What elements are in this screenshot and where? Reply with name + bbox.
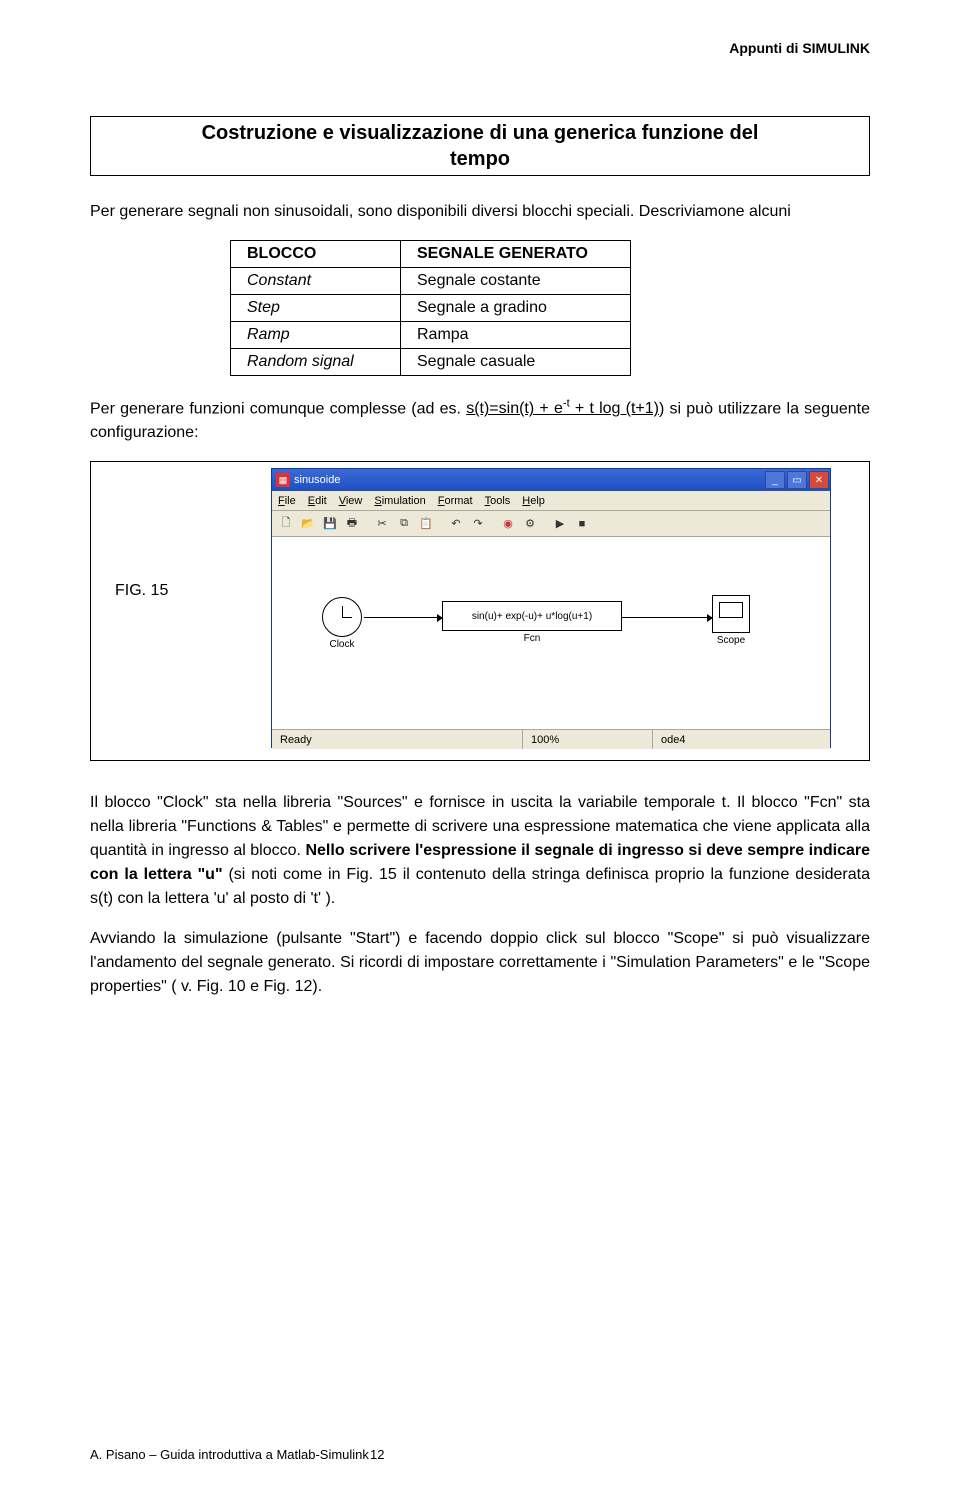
- clock-icon: [322, 597, 362, 637]
- clock-block[interactable]: Clock: [322, 597, 362, 650]
- app-icon: ▦: [276, 473, 290, 487]
- figure-box: FIG. 15 ▦ sinusoide _ ▭ ✕ File Edit View…: [90, 461, 870, 761]
- block-label: Clock: [322, 639, 362, 650]
- window-title: sinusoide: [294, 474, 340, 486]
- status-ready: Ready: [272, 730, 522, 749]
- page-header: Appunti di SIMULINK: [90, 40, 870, 56]
- table-row: Random signal Segnale casuale: [231, 349, 631, 376]
- text: Per generare funzioni comunque complesse…: [90, 400, 466, 417]
- formula-sup: -t: [563, 398, 570, 410]
- table-cell: Ramp: [231, 322, 401, 349]
- paragraph-simulation: Avviando la simulazione (pulsante "Start…: [90, 927, 870, 999]
- table-cell: Rampa: [401, 322, 631, 349]
- menu-view[interactable]: View: [339, 495, 363, 507]
- paste-icon[interactable]: 📋: [416, 514, 436, 534]
- separator: [364, 514, 370, 534]
- menu-format[interactable]: Format: [438, 495, 473, 507]
- scope-block[interactable]: Scope: [712, 595, 750, 646]
- table-row: Constant Segnale costante: [231, 268, 631, 295]
- page-number: 12: [370, 1447, 384, 1462]
- footer-text: A. Pisano – Guida introduttiva a Matlab-…: [90, 1447, 369, 1462]
- menu-edit[interactable]: Edit: [308, 495, 327, 507]
- menu-help[interactable]: Help: [522, 495, 545, 507]
- simulink-window: ▦ sinusoide _ ▭ ✕ File Edit View Simulat…: [271, 468, 831, 748]
- table-row: Ramp Rampa: [231, 322, 631, 349]
- table-cell: Random signal: [231, 349, 401, 376]
- maximize-button[interactable]: ▭: [787, 471, 807, 489]
- save-icon[interactable]: 💾: [320, 514, 340, 534]
- separator: [438, 514, 444, 534]
- signal-wire: [622, 617, 712, 618]
- stop-icon[interactable]: ■: [572, 514, 592, 534]
- separator: [490, 514, 496, 534]
- debug-icon[interactable]: ⚙: [520, 514, 540, 534]
- paragraph-intro: Per generare segnali non sinusoidali, so…: [90, 200, 870, 224]
- fcn-expression: sin(u)+ exp(-u)+ u*log(u+1): [442, 601, 622, 631]
- minimize-button[interactable]: _: [765, 471, 785, 489]
- start-icon[interactable]: ▶: [550, 514, 570, 534]
- table-cell: Constant: [231, 268, 401, 295]
- table-row: Step Segnale a gradino: [231, 295, 631, 322]
- copy-icon[interactable]: ⧉: [394, 514, 414, 534]
- separator: [542, 514, 548, 534]
- table-cell: Step: [231, 295, 401, 322]
- block-label: Scope: [712, 635, 750, 646]
- redo-icon[interactable]: ↷: [468, 514, 488, 534]
- table-cell: Segnale costante: [401, 268, 631, 295]
- model-canvas[interactable]: Clock sin(u)+ exp(-u)+ u*log(u+1) Fcn Sc…: [272, 537, 830, 729]
- signal-wire: [364, 617, 442, 618]
- table-header-blocco: BLOCCO: [231, 241, 401, 268]
- cut-icon[interactable]: ✂: [372, 514, 392, 534]
- page-footer: A. Pisano – Guida introduttiva a Matlab-…: [90, 1447, 870, 1462]
- table-cell: Segnale a gradino: [401, 295, 631, 322]
- table-cell: Segnale casuale: [401, 349, 631, 376]
- table-header-segnale: SEGNALE GENERATO: [401, 241, 631, 268]
- formula-text: s(t)=sin(t) + e: [466, 400, 563, 417]
- block-table: BLOCCO SEGNALE GENERATO Constant Segnale…: [230, 240, 631, 376]
- menubar: File Edit View Simulation Format Tools H…: [272, 491, 830, 511]
- library-icon[interactable]: ◉: [498, 514, 518, 534]
- menu-simulation[interactable]: Simulation: [374, 495, 425, 507]
- toolbar: 🗋 📂 💾 🖶 ✂ ⧉ 📋 ↶ ↷ ◉ ⚙ ▶ ■: [272, 511, 830, 537]
- open-icon[interactable]: 📂: [298, 514, 318, 534]
- paragraph-clock-fcn: Il blocco "Clock" sta nella libreria "So…: [90, 791, 870, 911]
- titlebar[interactable]: ▦ sinusoide _ ▭ ✕: [272, 469, 830, 491]
- figure-label: FIG. 15: [115, 582, 168, 600]
- scope-icon: [712, 595, 750, 633]
- fcn-block[interactable]: sin(u)+ exp(-u)+ u*log(u+1) Fcn: [442, 601, 622, 644]
- new-icon[interactable]: 🗋: [276, 514, 296, 534]
- undo-icon[interactable]: ↶: [446, 514, 466, 534]
- statusbar: Ready 100% ode4: [272, 729, 830, 749]
- paragraph-formula: Per generare funzioni comunque complesse…: [90, 396, 870, 445]
- section-title-line2: tempo: [99, 146, 861, 172]
- status-zoom: 100%: [522, 730, 652, 749]
- print-icon[interactable]: 🖶: [342, 514, 362, 534]
- status-solver: ode4: [652, 730, 830, 749]
- block-label: Fcn: [442, 633, 622, 644]
- section-title-line1: Costruzione e visualizzazione di una gen…: [99, 120, 861, 146]
- close-button[interactable]: ✕: [809, 471, 829, 489]
- section-title: Costruzione e visualizzazione di una gen…: [90, 116, 870, 176]
- menu-file[interactable]: File: [278, 495, 296, 507]
- menu-tools[interactable]: Tools: [485, 495, 511, 507]
- formula-text: + t log (t+1): [570, 400, 659, 417]
